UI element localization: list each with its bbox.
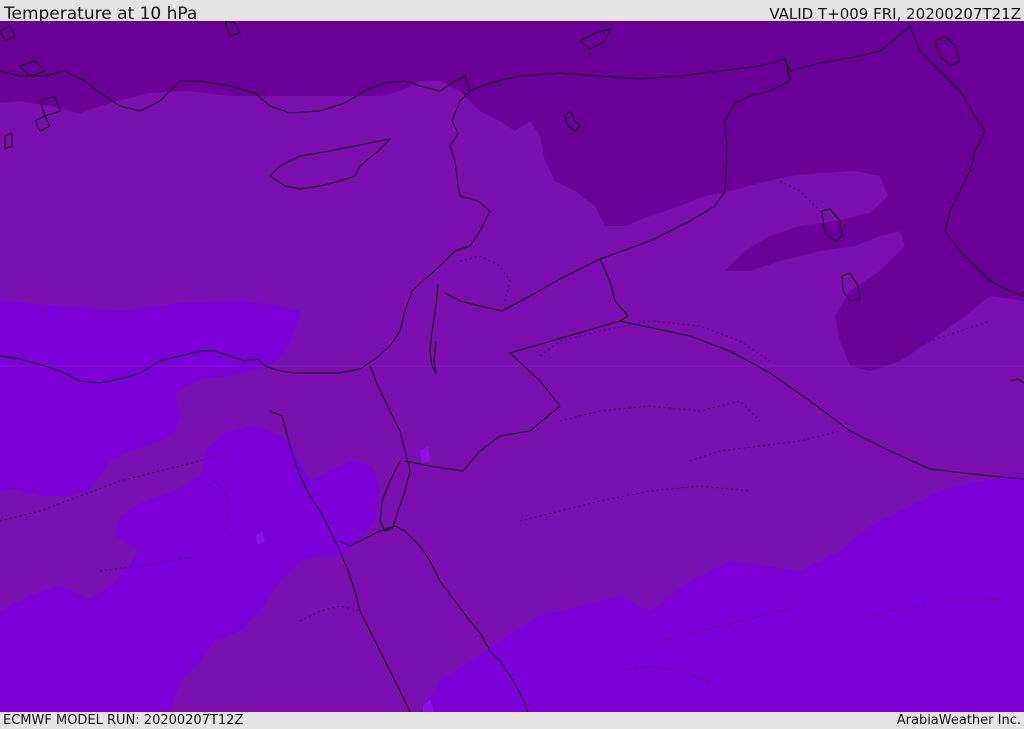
map-page: Temperature at 10 hPa VALID T+009 FRI, 2… [0, 0, 1024, 729]
credit-label: ArabiaWeather Inc. [896, 713, 1021, 728]
temperature-map[interactable] [0, 21, 1024, 712]
model-run-label: ECMWF MODEL RUN: 20200207T12Z [3, 713, 244, 728]
header-bar: Temperature at 10 hPa VALID T+009 FRI, 2… [0, 0, 1024, 24]
footer-bar: ECMWF MODEL RUN: 20200207T12Z ArabiaWeat… [0, 712, 1024, 729]
map-svg [0, 21, 1024, 712]
